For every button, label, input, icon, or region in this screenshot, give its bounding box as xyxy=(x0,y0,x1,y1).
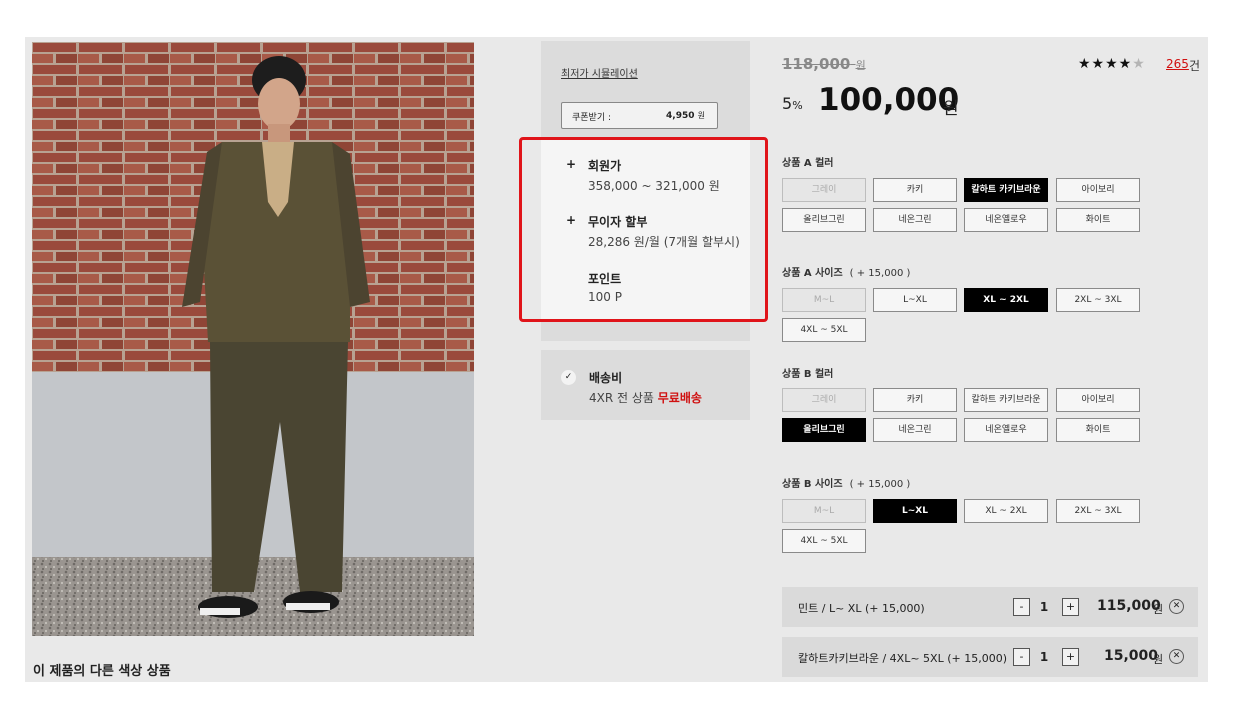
option-button[interactable]: 올리브그린 xyxy=(782,418,866,442)
benefit-desc: 28,286 원/월 (7개월 할부시) xyxy=(588,235,740,249)
cart-item-name: 칼하트카키브라운 / 4XL~ 5XL (+ 15,000) xyxy=(798,652,1007,665)
cart-item: 민트 / L~ XL (+ 15,000) - 1 + 115,000 원 ✕ xyxy=(782,587,1198,627)
benefit-desc: 358,000 ~ 321,000 원 xyxy=(588,179,720,193)
benefit-title: 무이자 할부 xyxy=(588,215,648,229)
option-button[interactable]: 그레이 xyxy=(782,388,866,412)
remove-item-icon[interactable]: ✕ xyxy=(1169,599,1184,614)
benefit-title: 포인트 xyxy=(588,272,622,286)
remove-item-icon[interactable]: ✕ xyxy=(1169,649,1184,664)
quantity-plus-button[interactable]: + xyxy=(1062,648,1079,666)
lowest-price-simulation-link[interactable]: 최저가 시뮬레이션 xyxy=(561,65,638,80)
shipping-title: 배송비 xyxy=(589,371,623,385)
shipping-desc: 4XR 전 상품 무료배송 xyxy=(589,391,702,405)
option-button[interactable]: 4XL ~ 5XL xyxy=(782,529,866,553)
option-button[interactable]: M~L xyxy=(782,288,866,312)
quantity-value: 1 xyxy=(1039,650,1049,664)
option-label-a-size: 상품 A 사이즈 ( + 15,000 ) xyxy=(782,268,911,279)
option-label-a-color: 상품 A 컬러 xyxy=(782,158,834,169)
cart-item-price: 15,000 xyxy=(1104,648,1159,664)
option-button[interactable]: XL ~ 2XL xyxy=(964,499,1048,523)
cart-item-price-unit: 원 xyxy=(1153,653,1164,666)
cart-item-price-unit: 원 xyxy=(1153,603,1164,616)
option-button[interactable]: 카키 xyxy=(873,178,957,202)
plus-icon[interactable]: + xyxy=(566,213,576,227)
option-button[interactable]: 아이보리 xyxy=(1056,178,1140,202)
option-button[interactable]: M~L xyxy=(782,499,866,523)
benefit-desc: 100 P xyxy=(588,290,622,304)
coupon-button[interactable]: 쿠폰받기 : 4,950 원 xyxy=(561,102,718,129)
option-button[interactable]: 올리브그린 xyxy=(782,208,866,232)
review-unit: 건 xyxy=(1189,59,1201,73)
product-image xyxy=(32,42,474,636)
option-label-b-size: 상품 B 사이즈 ( + 15,000 ) xyxy=(782,479,911,490)
option-button[interactable]: 화이트 xyxy=(1056,418,1140,442)
star-empty-icon: ★ xyxy=(1132,56,1146,72)
option-label-b-color: 상품 B 컬러 xyxy=(782,369,834,380)
benefit-title: 회원가 xyxy=(588,159,622,173)
review-count-link[interactable]: 265 xyxy=(1166,57,1189,71)
sale-price: 100,000 xyxy=(818,82,960,118)
quantity-plus-button[interactable]: + xyxy=(1062,598,1079,616)
option-button[interactable]: L~XL xyxy=(873,288,957,312)
quantity-minus-button[interactable]: - xyxy=(1013,598,1030,616)
sale-price-unit: 원 xyxy=(943,99,959,119)
option-button[interactable]: 네온그린 xyxy=(873,418,957,442)
option-button[interactable]: 2XL ~ 3XL xyxy=(1056,499,1140,523)
option-button[interactable]: XL ~ 2XL xyxy=(964,288,1048,312)
check-icon: ✓ xyxy=(561,370,576,385)
coupon-amount: 4,950 원 xyxy=(666,111,705,121)
coupon-label: 쿠폰받기 : xyxy=(572,113,612,123)
option-button[interactable]: 4XL ~ 5XL xyxy=(782,318,866,342)
option-button[interactable]: 네온그린 xyxy=(873,208,957,232)
option-button[interactable]: 카키 xyxy=(873,388,957,412)
option-button[interactable]: 네온옐로우 xyxy=(964,418,1048,442)
plus-icon[interactable]: + xyxy=(566,157,576,171)
option-button[interactable]: 그레이 xyxy=(782,178,866,202)
shipping-card xyxy=(541,350,750,420)
option-button[interactable]: 칼하트 카키브라운 xyxy=(964,388,1048,412)
option-button[interactable]: 아이보리 xyxy=(1056,388,1140,412)
option-button[interactable]: 2XL ~ 3XL xyxy=(1056,288,1140,312)
other-colors-title: 이 제품의 다른 색상 상품 xyxy=(33,664,171,679)
free-shipping-label: 무료배송 xyxy=(657,391,702,405)
quantity-minus-button[interactable]: - xyxy=(1013,648,1030,666)
option-button[interactable]: 칼하트 카키브라운 xyxy=(964,178,1048,202)
cart-item-price: 115,000 xyxy=(1097,598,1161,614)
option-button[interactable]: 화이트 xyxy=(1056,208,1140,232)
cart-item-name: 민트 / L~ XL (+ 15,000) xyxy=(798,602,925,615)
star-filled-icon: ★★★ xyxy=(1078,56,1119,72)
discount-rate: 5% xyxy=(782,94,803,113)
original-price: 118,000 원 xyxy=(782,55,866,73)
star-half-icon: ★ xyxy=(1118,56,1133,72)
option-button[interactable]: L~XL xyxy=(873,499,957,523)
quantity-value: 1 xyxy=(1039,600,1049,614)
option-button[interactable]: 네온옐로우 xyxy=(964,208,1048,232)
cart-item: 칼하트카키브라운 / 4XL~ 5XL (+ 15,000) - 1 + 15,… xyxy=(782,637,1198,677)
rating-stars: ★★★★★ xyxy=(1078,56,1146,72)
